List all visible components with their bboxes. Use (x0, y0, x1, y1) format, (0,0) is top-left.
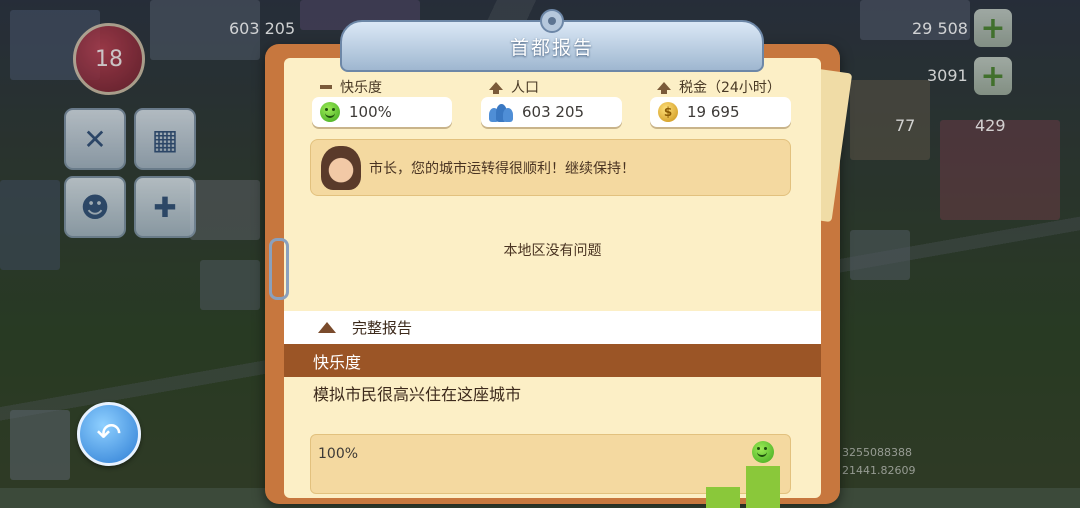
smile-icon (752, 441, 774, 463)
tax-label: 税金（24小时） (657, 77, 781, 97)
smile-icon (320, 102, 340, 122)
happiness-value: 100% (349, 103, 392, 121)
plus-icon: + (980, 10, 1006, 46)
minus-icon (320, 85, 332, 89)
tax-label-text: 税金（24小时） (679, 80, 781, 96)
games-button[interactable]: ✚ (134, 176, 196, 238)
gamepad-icon: ✚ (153, 190, 177, 224)
happiness-value-box: 100% (312, 97, 452, 127)
population-label-text: 人口 (511, 80, 539, 96)
wrench-screwdriver-icon: ✕ (83, 122, 107, 156)
back-button[interactable]: ↶ (77, 402, 141, 466)
graph-bar (706, 487, 740, 508)
calendar-icon: ▦ (151, 122, 179, 156)
happiness-section-header[interactable]: 快乐度 (284, 344, 821, 377)
people-icon (489, 102, 513, 122)
people-icon: ☻ (80, 190, 110, 224)
plus-icon: + (980, 58, 1006, 94)
population-value-box: 603 205 (481, 97, 622, 127)
happiness-graph (310, 434, 791, 494)
bg-number-2: 21441.82609 (842, 464, 916, 477)
hud-gold: 3091 (927, 66, 968, 85)
graph-bar (746, 466, 780, 508)
coin-icon: $ (658, 102, 678, 122)
full-report-label: 完整报告 (352, 319, 413, 337)
happiness-description: 模拟市民很高兴住在这座城市 (313, 385, 522, 404)
collapse-triangle-icon (318, 322, 336, 333)
arrow-up-icon (657, 82, 671, 94)
hud-tokens: 429 (975, 116, 1006, 135)
population-value: 603 205 (522, 103, 585, 121)
pin-icon (540, 9, 564, 33)
back-arrow-icon: ↶ (96, 416, 122, 452)
hud-population: 603 205 (229, 19, 296, 38)
advisor-message: 市长，您的城市运转得很顺利！继续保持！ (369, 161, 635, 177)
happiness-label-text: 快乐度 (340, 80, 382, 96)
no-issues-text: 本地区没有问题 (503, 243, 602, 259)
level-value: 18 (95, 46, 123, 72)
full-report-toggle[interactable]: 完整报告 (284, 311, 821, 344)
happiness-section-title: 快乐度 (313, 352, 362, 372)
add-gold-button[interactable]: + (974, 57, 1012, 95)
hud-keys: 77 (895, 116, 916, 135)
advisor-message-box: 市长，您的城市运转得很顺利！继续保持！ (310, 139, 791, 196)
bg-number-1: 3255088388 (842, 446, 912, 459)
tax-value-box: $ 19 695 (650, 97, 791, 127)
level-badge-icon[interactable]: 18 (73, 23, 145, 95)
friends-button[interactable]: ☻ (64, 176, 126, 238)
add-cash-button[interactable]: + (974, 9, 1012, 47)
arrow-up-icon (489, 82, 503, 94)
hud-cash: 29 508 (912, 19, 968, 38)
advisor-avatar (321, 146, 361, 190)
population-label: 人口 (489, 77, 539, 97)
graph-label: 100% (318, 446, 359, 462)
calendar-button[interactable]: ▦ (134, 108, 196, 170)
report-title: 首都报告 (509, 36, 594, 59)
build-tools-button[interactable]: ✕ (64, 108, 126, 170)
tax-value: 19 695 (687, 103, 740, 121)
happiness-label: 快乐度 (320, 77, 382, 97)
